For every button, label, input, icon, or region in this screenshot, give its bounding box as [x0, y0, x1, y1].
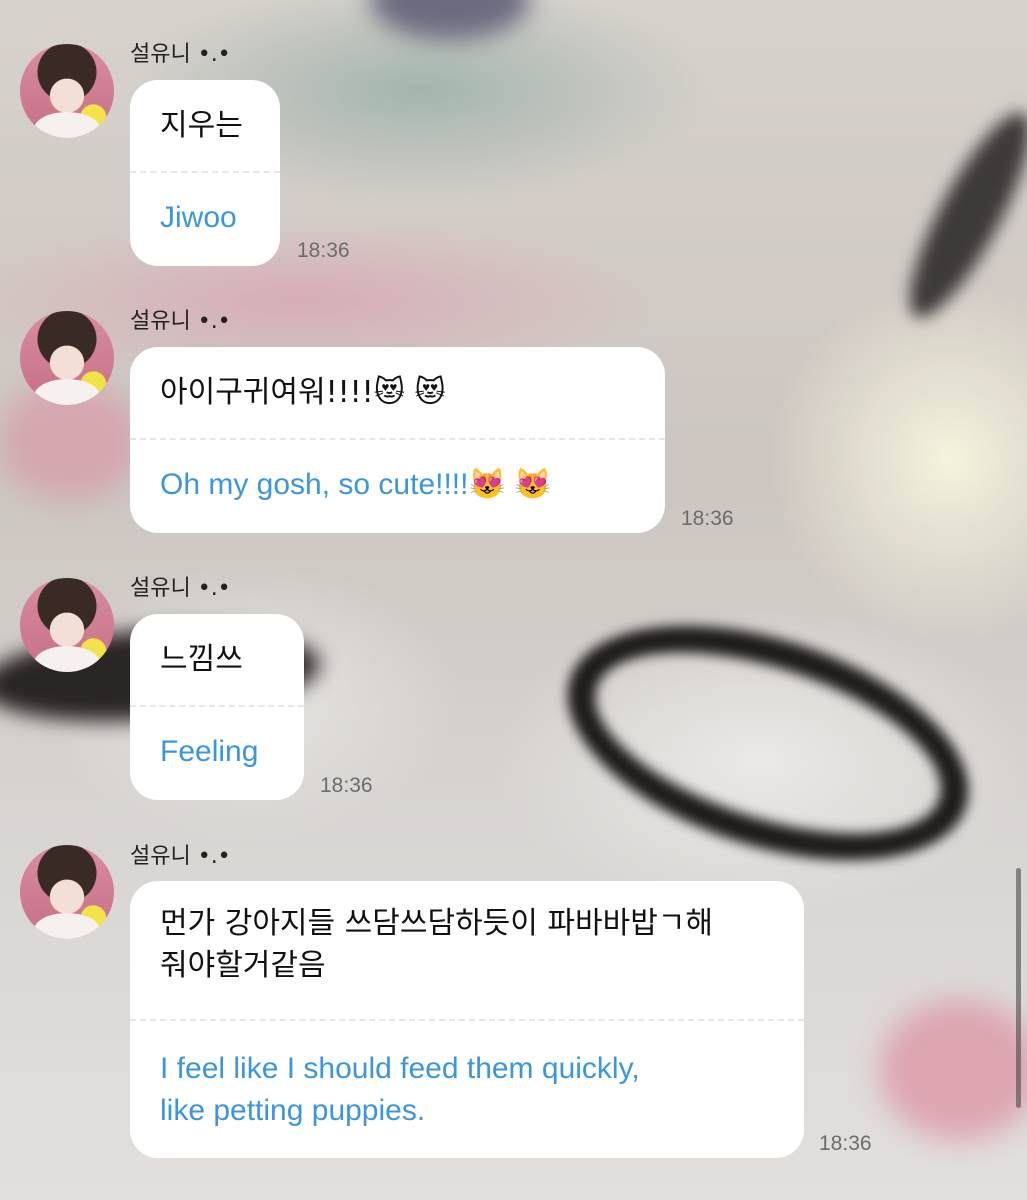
- message-bubble[interactable]: 먼가 강아지들 쓰담쓰담하듯이 파바바밥ㄱ해 줘야할거같음 I feel lik…: [130, 881, 804, 1158]
- message-bubble[interactable]: 느낌쓰 Feeling: [130, 614, 304, 800]
- original-text: 지우는: [160, 108, 243, 143]
- sender-name: 설유니 •.•: [130, 576, 231, 601]
- avatar[interactable]: [20, 311, 114, 405]
- translated-text: Feeling: [160, 735, 259, 768]
- sender-name: 설유니 •.•: [130, 844, 231, 869]
- timestamp: 18:36: [320, 774, 373, 797]
- timestamp: 18:36: [681, 507, 734, 530]
- sender-name: 설유니 •.•: [130, 42, 231, 67]
- translated-text: Jiwoo: [160, 201, 237, 234]
- translation-divider: [130, 1019, 804, 1021]
- translated-text: I feel like I should feed them quickly, …: [160, 1052, 640, 1127]
- translation-divider: [130, 705, 304, 707]
- original-text: 아이구귀여워!!!!😻 😻: [160, 375, 446, 410]
- avatar[interactable]: [20, 845, 114, 939]
- sender-name: 설유니 •.•: [130, 309, 231, 334]
- original-text: 느낌쓰: [160, 642, 243, 677]
- avatar[interactable]: [20, 578, 114, 672]
- translated-text: Oh my gosh, so cute!!!!😻 😻: [160, 468, 552, 501]
- timestamp: 18:36: [297, 239, 350, 262]
- avatar[interactable]: [20, 44, 114, 138]
- message-bubble[interactable]: 아이구귀여워!!!!😻 😻 Oh my gosh, so cute!!!!😻 😻: [130, 347, 665, 533]
- scrollbar[interactable]: [1016, 868, 1021, 1108]
- translation-divider: [130, 438, 665, 440]
- message-bubble[interactable]: 지우는 Jiwoo: [130, 80, 280, 266]
- translation-divider: [130, 171, 280, 173]
- timestamp: 18:36: [819, 1132, 872, 1155]
- original-text: 먼가 강아지들 쓰담쓰담하듯이 파바바밥ㄱ해 줘야할거같음: [160, 906, 714, 983]
